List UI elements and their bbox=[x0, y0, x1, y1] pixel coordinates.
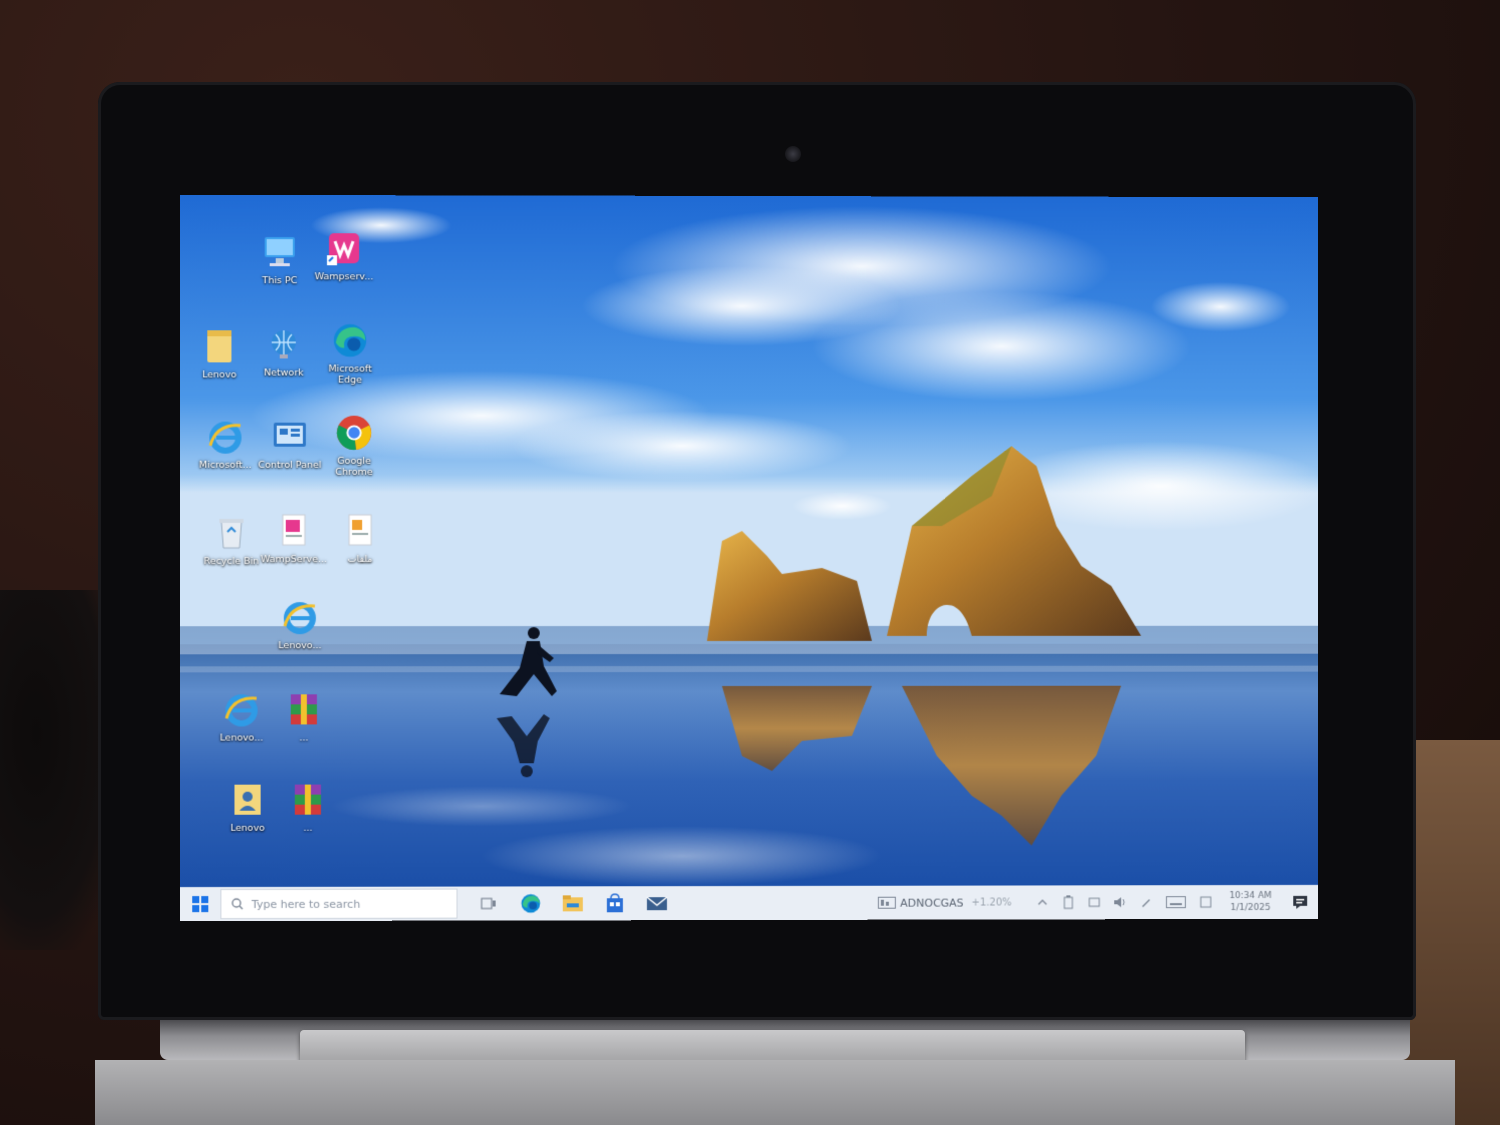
computer-icon bbox=[261, 233, 299, 271]
taskbar-store-button[interactable] bbox=[594, 886, 636, 920]
webcam bbox=[785, 146, 801, 162]
taskbar-search-box[interactable]: Type here to search bbox=[220, 888, 458, 920]
desktop-icon-network[interactable]: Network bbox=[249, 325, 319, 379]
taskbar-file-explorer-button[interactable] bbox=[552, 886, 594, 920]
chevron-up-icon[interactable] bbox=[1030, 885, 1056, 919]
search-icon bbox=[231, 898, 243, 910]
network-icon bbox=[265, 325, 303, 363]
clock-time: 10:34 AM bbox=[1229, 890, 1272, 902]
pen-icon[interactable] bbox=[1133, 885, 1159, 919]
winrar-icon bbox=[289, 781, 327, 819]
desktop-icon-ie[interactable]: Microsoft... bbox=[190, 418, 260, 471]
desktop-icon-recycle-bin[interactable]: Recycle Bin bbox=[196, 514, 266, 567]
desktop-icon-ie-2[interactable]: Lenovo... bbox=[265, 598, 335, 651]
volume-icon[interactable] bbox=[1107, 885, 1133, 919]
store-icon bbox=[606, 893, 623, 912]
clock[interactable]: 10:34 AM 1/1/2025 bbox=[1219, 890, 1283, 914]
chrome-icon bbox=[335, 414, 373, 452]
windows-icon bbox=[192, 896, 209, 913]
control-panel-icon bbox=[271, 418, 309, 456]
internet-explorer-icon bbox=[206, 418, 244, 456]
desktop-icon-wampserver-doc[interactable]: WampServe... bbox=[259, 512, 329, 565]
desktop-icon-edge[interactable]: Microsoft Edge bbox=[315, 321, 385, 386]
keyboard-icon[interactable] bbox=[1159, 885, 1193, 919]
desktop-icon-lenovo-folder[interactable]: Lenovo bbox=[184, 327, 254, 380]
notification-center-button[interactable] bbox=[1282, 885, 1318, 919]
edge-icon bbox=[521, 894, 541, 913]
wampserver-icon bbox=[325, 229, 363, 267]
language-icon[interactable] bbox=[1193, 885, 1219, 919]
task-view-icon bbox=[481, 897, 496, 911]
start-button[interactable] bbox=[180, 887, 220, 921]
system-tray: ADNOCGAS +1.20% 10:34 AM 1/1/2025 bbox=[874, 885, 1318, 920]
desktop-icon-ie-3[interactable]: Lenovo... bbox=[206, 690, 276, 744]
desktop-icon-arabic-file[interactable]: ملفات bbox=[325, 512, 395, 565]
desktop-icon-wampserver[interactable]: Wampserv... bbox=[309, 229, 379, 282]
keyboard-deck bbox=[95, 1060, 1455, 1125]
search-placeholder: Type here to search bbox=[251, 897, 361, 911]
mail-icon bbox=[646, 896, 668, 910]
edge-icon bbox=[331, 321, 369, 359]
stock-ticker[interactable]: ADNOCGAS bbox=[900, 896, 963, 909]
desktop-icon-chrome[interactable]: Google Chrome bbox=[319, 414, 389, 478]
recycle-bin-icon bbox=[212, 514, 250, 552]
desktop-icon-this-pc[interactable]: This PC bbox=[245, 233, 315, 286]
stock-change: +1.20% bbox=[971, 896, 1012, 909]
display-icon[interactable] bbox=[1081, 885, 1107, 919]
internet-explorer-icon bbox=[281, 598, 319, 636]
desktop-icon-control-panel[interactable]: Control Panel bbox=[255, 418, 325, 471]
task-view-button[interactable] bbox=[468, 886, 510, 920]
document-icon bbox=[275, 512, 313, 550]
taskbar-edge-button[interactable] bbox=[510, 886, 552, 920]
battery-icon[interactable] bbox=[1055, 885, 1081, 919]
user-folder-icon bbox=[228, 781, 266, 819]
internet-explorer-icon bbox=[222, 690, 260, 728]
clock-date: 1/1/2025 bbox=[1230, 902, 1271, 914]
file-explorer-icon bbox=[562, 894, 583, 911]
folder-icon bbox=[200, 327, 238, 365]
taskbar-mail-button[interactable] bbox=[636, 886, 678, 920]
file-icon bbox=[341, 512, 379, 550]
screen: This PC Wampserv... Lenovo Network Micro… bbox=[180, 194, 1319, 922]
desktop-icon-winrar-1[interactable]: ... bbox=[269, 690, 339, 743]
winrar-icon bbox=[285, 690, 323, 728]
taskbar: Type here to search ADNOCGAS +1.20% 10:3… bbox=[180, 884, 1319, 922]
desktop-icon-winrar-2[interactable]: ... bbox=[273, 781, 343, 834]
notification-icon bbox=[1293, 895, 1308, 909]
stock-widget-icon[interactable] bbox=[874, 886, 900, 920]
